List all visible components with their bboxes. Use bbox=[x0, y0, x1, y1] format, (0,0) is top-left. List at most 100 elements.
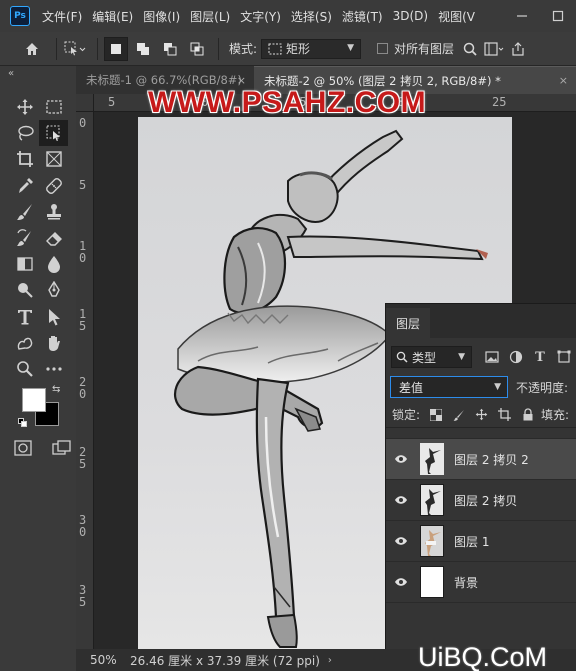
filter-icons: T bbox=[480, 350, 576, 365]
hand-tool[interactable] bbox=[39, 330, 68, 356]
move-tool[interactable] bbox=[10, 94, 39, 120]
clone-stamp-tool[interactable] bbox=[39, 199, 68, 225]
ps-logo[interactable]: Ps bbox=[10, 6, 30, 26]
intersect-selection-icon bbox=[190, 42, 204, 55]
foreground-color[interactable] bbox=[22, 388, 46, 412]
arrow-select-icon bbox=[48, 308, 60, 326]
collapse-toolbar-button[interactable]: « bbox=[8, 68, 14, 79]
zoom-tool[interactable] bbox=[10, 356, 39, 382]
options-bar: 模式: 矩形 ▼ 对所有图层 bbox=[0, 32, 576, 66]
lock-image-pixels-icon[interactable] bbox=[447, 408, 470, 421]
eyedropper-icon bbox=[18, 177, 33, 193]
visibility-toggle[interactable] bbox=[386, 495, 416, 505]
mode-select[interactable]: 矩形 ▼ bbox=[261, 38, 362, 59]
crop-tool[interactable] bbox=[10, 146, 39, 172]
lock-artboard-icon[interactable] bbox=[493, 408, 516, 421]
eraser-tool[interactable] bbox=[39, 225, 68, 251]
brush-icon bbox=[16, 203, 32, 220]
lasso-tool[interactable] bbox=[10, 120, 39, 146]
quick-mask-icon bbox=[14, 440, 32, 456]
quick-mask-button[interactable] bbox=[14, 440, 32, 459]
visibility-toggle[interactable] bbox=[386, 577, 416, 587]
layer-row[interactable]: 图层 1 bbox=[386, 521, 576, 562]
menu-layer[interactable]: 图层(L) bbox=[190, 8, 230, 25]
menu-view[interactable]: 视图(V bbox=[438, 8, 475, 25]
type-tool[interactable] bbox=[10, 304, 39, 330]
visibility-toggle[interactable] bbox=[386, 536, 416, 546]
type-icon bbox=[17, 309, 32, 325]
share-button[interactable] bbox=[506, 37, 530, 61]
dodge-tool[interactable] bbox=[10, 277, 39, 303]
filter-label: 类型 bbox=[412, 350, 437, 365]
menu-type[interactable]: 文字(Y) bbox=[240, 8, 281, 25]
lock-transparent-pixels-icon[interactable] bbox=[424, 408, 447, 421]
eyedropper-tool[interactable] bbox=[10, 173, 39, 199]
brush-tool[interactable] bbox=[10, 199, 39, 225]
path-selection-tool[interactable] bbox=[39, 304, 68, 330]
menu-select[interactable]: 选择(S) bbox=[291, 8, 332, 25]
swap-colors-icon[interactable]: ⇆ bbox=[52, 384, 60, 395]
layer-name: 图层 2 拷贝 bbox=[454, 493, 518, 508]
healing-brush-tool[interactable] bbox=[39, 173, 68, 199]
new-selection-button[interactable] bbox=[104, 36, 128, 61]
search-button[interactable] bbox=[458, 37, 482, 61]
close-icon[interactable]: × bbox=[237, 74, 246, 87]
type-filter-icon[interactable]: T bbox=[528, 350, 552, 365]
zoom-level[interactable]: 50% bbox=[90, 653, 126, 667]
drop-icon bbox=[47, 256, 60, 274]
menu-file[interactable]: 文件(F) bbox=[42, 8, 82, 25]
layer-row[interactable]: 背景 bbox=[386, 562, 576, 603]
subtract-selection-button[interactable] bbox=[158, 37, 182, 61]
workspace-button[interactable] bbox=[482, 37, 506, 61]
marquee-tool[interactable] bbox=[39, 94, 68, 120]
layer-thumbnail bbox=[420, 566, 444, 598]
add-selection-button[interactable] bbox=[131, 37, 155, 61]
layer-filter-select[interactable]: 类型 ▼ bbox=[391, 346, 472, 368]
lock-all-icon[interactable] bbox=[516, 408, 539, 421]
maximize-button[interactable] bbox=[540, 0, 576, 32]
menu-3d[interactable]: 3D(D) bbox=[393, 9, 428, 23]
close-icon[interactable]: × bbox=[559, 74, 568, 87]
watermark-bottom: UiBQ.CoM bbox=[418, 642, 548, 671]
shape-tool[interactable] bbox=[10, 330, 39, 356]
screen-mode-button[interactable] bbox=[52, 440, 72, 459]
adjustment-filter-icon[interactable] bbox=[504, 350, 528, 365]
image-filter-icon[interactable] bbox=[480, 350, 504, 365]
chevron-down-icon: ▼ bbox=[458, 352, 465, 362]
status-menu-arrow[interactable]: › bbox=[328, 655, 332, 666]
minimize-button[interactable] bbox=[504, 0, 540, 32]
tool-preset-picker[interactable] bbox=[63, 37, 87, 61]
layer-row[interactable]: 图层 2 拷贝 2 bbox=[386, 439, 576, 480]
history-brush-tool[interactable] bbox=[10, 225, 39, 251]
pen-tool[interactable] bbox=[39, 277, 68, 303]
object-selection-tool[interactable] bbox=[39, 120, 68, 147]
lock-position-icon[interactable] bbox=[470, 408, 493, 421]
default-colors-icon[interactable] bbox=[18, 418, 28, 428]
frame-icon bbox=[45, 151, 62, 168]
home-button[interactable] bbox=[20, 37, 44, 61]
blend-row: 差值 ▼ 不透明度: bbox=[386, 372, 576, 402]
photoshop-window: Ps 文件(F) 编辑(E) 图像(I) 图层(L) 文字(Y) 选择(S) 滤… bbox=[0, 0, 576, 671]
rect-marquee-icon bbox=[45, 100, 62, 114]
intersect-selection-button[interactable] bbox=[185, 37, 209, 61]
ruler-corner[interactable] bbox=[76, 94, 94, 112]
gradient-tool[interactable] bbox=[10, 251, 39, 277]
ruler-mark: 1 0 bbox=[79, 239, 87, 265]
blur-tool[interactable] bbox=[39, 251, 68, 277]
align-all-layers-checkbox[interactable] bbox=[377, 43, 389, 54]
more-tools-button[interactable] bbox=[39, 356, 68, 382]
layer-name: 图层 2 拷贝 2 bbox=[454, 452, 529, 467]
tab-layers[interactable]: 图层 bbox=[386, 308, 430, 338]
layer-row[interactable]: 图层 2 拷贝 bbox=[386, 480, 576, 521]
opacity-label: 不透明度: bbox=[516, 380, 569, 395]
visibility-toggle[interactable] bbox=[386, 454, 416, 464]
menu-edit[interactable]: 编辑(E) bbox=[92, 8, 133, 25]
menu-filter[interactable]: 滤镜(T) bbox=[342, 8, 383, 25]
add-selection-icon bbox=[137, 42, 149, 55]
ruler-mark: 1 5 bbox=[79, 307, 87, 333]
menu-image[interactable]: 图像(I) bbox=[143, 8, 180, 25]
blend-mode-select[interactable]: 差值 ▼ bbox=[390, 376, 508, 398]
shape-filter-icon[interactable] bbox=[552, 350, 576, 365]
frame-tool[interactable] bbox=[39, 146, 68, 172]
ruler-left[interactable]: 0 5 1 0 1 5 2 0 2 5 3 0 3 5 bbox=[76, 112, 94, 649]
